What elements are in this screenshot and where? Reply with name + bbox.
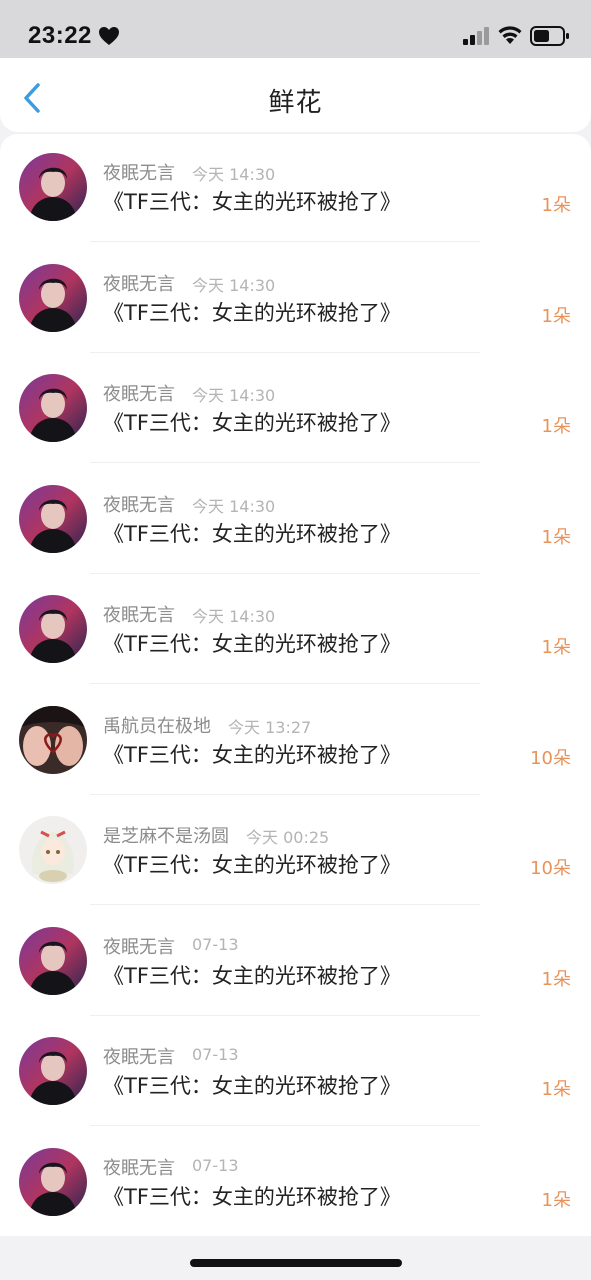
divider: [90, 572, 480, 574]
list-item[interactable]: 是芝麻不是汤圆 今天 00:25 《TF三代：女主的光环被抢了》 10朵: [0, 797, 591, 907]
avatar[interactable]: [19, 263, 87, 332]
book-title[interactable]: 《TF三代：女主的光环被抢了》: [103, 849, 401, 879]
flower-count: 1朵: [541, 305, 571, 327]
book-title[interactable]: 《TF三代：女主的光环被抢了》: [103, 1070, 401, 1100]
status-time: 23:22: [28, 22, 92, 49]
user-name[interactable]: 禹航员在极地: [103, 712, 211, 738]
user-name[interactable]: 夜眠无言: [103, 933, 175, 959]
avatar[interactable]: [19, 816, 87, 884]
divider: [90, 1014, 480, 1016]
battery-icon: [530, 26, 569, 46]
timestamp: 今天 13:27: [228, 717, 312, 737]
divider: [90, 904, 480, 905]
book-title[interactable]: 《TF三代：女主的光环被抢了》: [103, 518, 401, 548]
list-item[interactable]: 夜眠无言 今天 14:30 《TF三代：女主的光环被抢了》 1朵: [0, 466, 591, 576]
timestamp: 今天 14:30: [192, 386, 276, 405]
flower-count: 10朵: [530, 747, 571, 769]
flower-count: 1朵: [541, 968, 571, 990]
book-title[interactable]: 《TF三代：女主的光环被抢了》: [103, 628, 401, 658]
flower-count: 1朵: [541, 1079, 571, 1100]
home-area: [0, 1236, 591, 1280]
book-title[interactable]: 《TF三代：女主的光环被抢了》: [103, 1181, 401, 1211]
timestamp: 今天 14:30: [192, 165, 276, 184]
user-name[interactable]: 夜眠无言: [103, 601, 175, 627]
wifi-icon: [498, 26, 522, 44]
list-item[interactable]: 夜眠无言 07-13 《TF三代：女主的光环被抢了》 1朵: [0, 908, 591, 1018]
timestamp: 07-13: [192, 934, 239, 954]
divider: [90, 683, 480, 684]
cellular-signal-icon: [463, 27, 489, 45]
status-bar: 23:22: [0, 0, 591, 58]
divider: [90, 462, 480, 463]
book-title[interactable]: 《TF三代：女主的光环被抢了》: [103, 407, 401, 437]
avatar[interactable]: [19, 1147, 87, 1216]
list-item[interactable]: 夜眠无言 07-13 《TF三代：女主的光环被抢了》 1朵: [0, 1129, 591, 1237]
avatar[interactable]: [19, 705, 87, 774]
divider: [90, 1125, 480, 1126]
flower-count: 1朵: [541, 526, 571, 548]
timestamp: 07-13: [192, 1045, 239, 1064]
avatar[interactable]: [19, 595, 87, 663]
avatar[interactable]: [19, 1037, 87, 1105]
user-name[interactable]: 夜眠无言: [103, 1154, 175, 1180]
list-item[interactable]: 禹航员在极地 今天 13:27 《TF三代：女主的光环被抢了》 10朵: [0, 687, 591, 797]
user-name[interactable]: 夜眠无言: [103, 1043, 175, 1069]
book-title[interactable]: 《TF三代：女主的光环被抢了》: [103, 297, 401, 327]
list-item[interactable]: 夜眠无言 今天 14:30 《TF三代：女主的光环被抢了》 1朵: [0, 576, 591, 686]
timestamp: 今天 14:30: [192, 275, 276, 295]
flower-count: 1朵: [541, 1189, 571, 1211]
flower-count: 10朵: [530, 858, 571, 879]
timestamp: 今天 14:30: [192, 607, 276, 626]
avatar[interactable]: [19, 484, 87, 553]
flower-list: 夜眠无言 今天 14:30 《TF三代：女主的光环被抢了》 1朵 夜眠无言 今天 14:…: [0, 134, 591, 1236]
user-name[interactable]: 夜眠无言: [103, 270, 175, 296]
flower-count: 1朵: [541, 416, 571, 437]
avatar[interactable]: [19, 153, 87, 221]
home-indicator[interactable]: [190, 1259, 402, 1267]
page-title: 鲜花: [268, 88, 323, 118]
list-item[interactable]: 夜眠无言 07-13 《TF三代：女主的光环被抢了》 1朵: [0, 1018, 591, 1128]
divider: [90, 793, 480, 795]
avatar[interactable]: [19, 374, 87, 442]
list-item[interactable]: 夜眠无言 今天 14:30 《TF三代：女主的光环被抢了》 1朵: [0, 134, 591, 244]
book-title[interactable]: 《TF三代：女主的光环被抢了》: [103, 960, 401, 990]
user-name[interactable]: 是芝麻不是汤圆: [103, 822, 229, 848]
list-item[interactable]: 夜眠无言 今天 14:30 《TF三代：女主的光环被抢了》 1朵: [0, 355, 591, 465]
avatar[interactable]: [19, 926, 87, 995]
list-item[interactable]: 夜眠无言 今天 14:30 《TF三代：女主的光环被抢了》 1朵: [0, 245, 591, 355]
divider: [90, 351, 480, 353]
user-name[interactable]: 夜眠无言: [103, 380, 175, 406]
navigation-bar: 鲜花: [0, 58, 591, 132]
heart-icon: [99, 27, 119, 45]
flower-count: 1朵: [541, 637, 571, 658]
timestamp: 07-13: [192, 1155, 239, 1175]
book-title[interactable]: 《TF三代：女主的光环被抢了》: [103, 186, 401, 216]
user-name[interactable]: 夜眠无言: [103, 491, 175, 517]
user-name[interactable]: 夜眠无言: [103, 159, 175, 185]
divider: [90, 241, 480, 242]
flower-count: 1朵: [541, 195, 571, 216]
timestamp: 今天 00:25: [246, 828, 330, 847]
timestamp: 今天 14:30: [192, 496, 276, 516]
book-title[interactable]: 《TF三代：女主的光环被抢了》: [103, 739, 401, 769]
